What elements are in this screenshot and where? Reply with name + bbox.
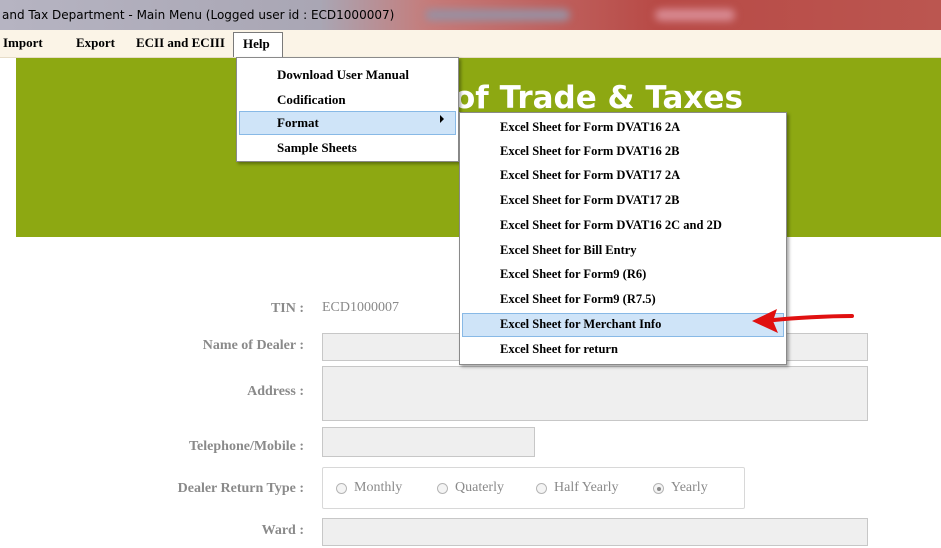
dealer-name-label: Name of Dealer : [202,338,304,353]
menu-item-codification[interactable]: Codification [277,92,346,108]
submenu-item-dvat16-2c-2d[interactable]: Excel Sheet for Form DVAT16 2C and 2D [500,218,722,233]
submenu-item-form9-r6[interactable]: Excel Sheet for Form9 (R6) [500,267,646,282]
submenu-item-form9-r7-5[interactable]: Excel Sheet for Form9 (R7.5) [500,292,656,307]
menu-item-sample-sheets[interactable]: Sample Sheets [277,140,357,156]
return-type-group: Monthly Quaterly Half Yearly Yearly [322,467,745,509]
submenu-item-dvat17-2b[interactable]: Excel Sheet for Form DVAT17 2B [500,193,680,208]
red-arrow-icon [752,309,854,333]
submenu-item-bill-entry[interactable]: Excel Sheet for Bill Entry [500,243,637,258]
tin-value: ECD1000007 [322,300,399,315]
ward-label: Ward : [261,523,304,538]
ward-field[interactable] [322,518,868,546]
menu-bar: Import Export ECII and ECIII Help [0,30,941,58]
radio-yearly-label: Yearly [671,480,708,495]
window-title: and Tax Department - Main Menu (Logged u… [2,8,395,22]
radio-half-yearly[interactable] [536,483,547,494]
menu-import[interactable]: Import [3,35,43,51]
menu-export[interactable]: Export [76,35,115,51]
title-bar-redacted-area [425,9,570,21]
address-field[interactable] [322,366,868,421]
menu-help[interactable]: Help [233,32,283,57]
radio-monthly[interactable] [336,483,347,494]
radio-half-yearly-label: Half Yearly [554,480,619,495]
tin-label: TIN : [270,301,304,316]
submenu-item-dvat16-2b[interactable]: Excel Sheet for Form DVAT16 2B [500,144,680,159]
radio-monthly-label: Monthly [354,480,403,495]
phone-field[interactable] [322,427,535,457]
menu-help-label: Help [243,36,270,51]
address-label: Address : [247,384,304,399]
phone-label: Telephone/Mobile : [189,439,304,454]
menu-item-format[interactable]: Format [277,115,319,131]
banner-title: of Trade & Taxes [454,80,743,116]
menu-ecii-eciii[interactable]: ECII and ECIII [136,35,225,51]
submenu-arrow-icon [440,115,444,123]
format-submenu: Excel Sheet for Form DVAT16 2A Excel She… [459,112,787,365]
menu-item-download-user-manual[interactable]: Download User Manual [277,67,409,83]
submenu-item-dvat17-2a[interactable]: Excel Sheet for Form DVAT17 2A [500,168,680,183]
help-dropdown-menu: Download User Manual Codification Format… [236,57,459,162]
submenu-item-return[interactable]: Excel Sheet for return [500,342,618,357]
menu-item-format-highlight[interactable] [239,111,456,135]
radio-yearly[interactable] [653,483,664,494]
radio-quaterly[interactable] [437,483,448,494]
return-type-label: Dealer Return Type : [177,481,304,496]
submenu-item-merchant-info[interactable]: Excel Sheet for Merchant Info [500,317,661,332]
title-bar-redacted-area-2 [655,9,735,21]
submenu-item-dvat16-2a[interactable]: Excel Sheet for Form DVAT16 2A [500,120,680,135]
radio-quaterly-label: Quaterly [455,480,504,495]
window-title-bar: and Tax Department - Main Menu (Logged u… [0,0,941,30]
